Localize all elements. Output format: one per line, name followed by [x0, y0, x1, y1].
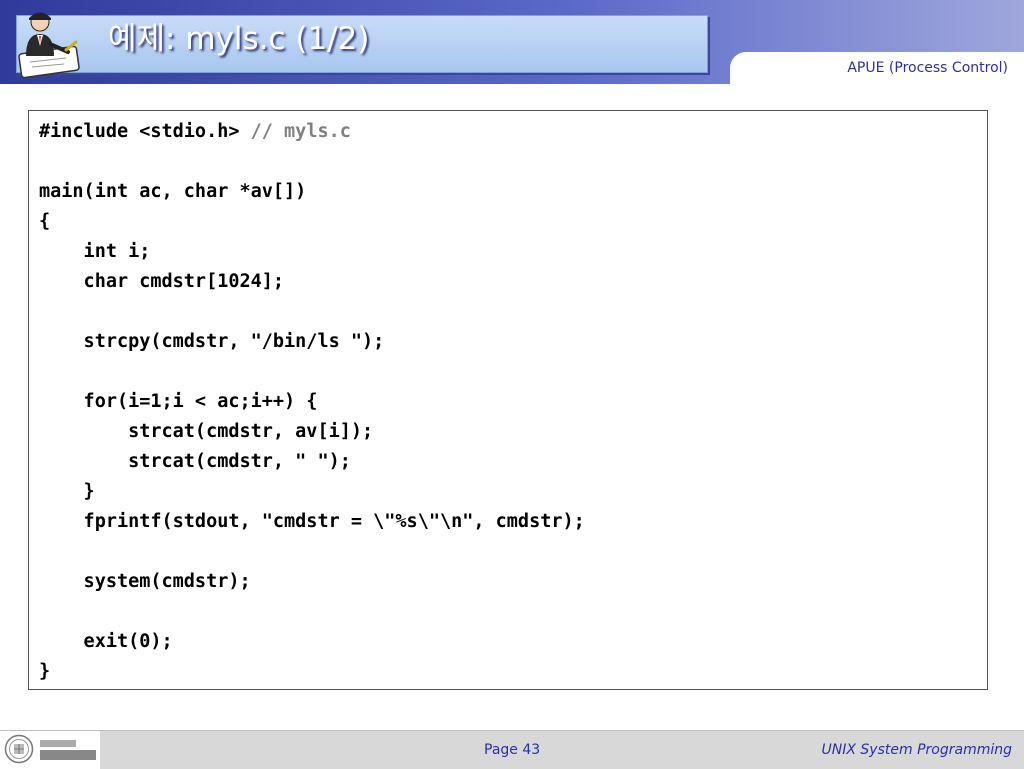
code-line: strcpy(cmdstr, "/bin/ls ");	[39, 327, 977, 357]
slide-title: 예제: myls.c (1/2)	[108, 21, 370, 57]
university-seal-icon	[4, 734, 34, 764]
teacher-at-desk-icon	[18, 12, 80, 78]
code-text: fprintf(stdout, "cmdstr = \"%s\"\n", cmd…	[39, 511, 585, 532]
page-number: Page 43	[484, 742, 541, 758]
code-line: exit(0);	[39, 627, 977, 657]
university-logo	[0, 731, 100, 769]
code-text: }	[39, 481, 95, 502]
code-listing: #include <stdio.h> // myls.c main(int ac,…	[28, 110, 988, 690]
code-line: fprintf(stdout, "cmdstr = \"%s\"\n", cmd…	[39, 507, 977, 537]
code-text: strcat(cmdstr, av[i]);	[39, 421, 374, 442]
code-line: #include <stdio.h> // myls.c	[39, 117, 977, 147]
code-text: #include <stdio.h>	[39, 121, 251, 142]
code-line: strcat(cmdstr, " ");	[39, 447, 977, 477]
footer-course-title: UNIX System Programming	[821, 742, 1012, 758]
code-line: main(int ac, char *av[])	[39, 177, 977, 207]
code-text: int i;	[39, 241, 151, 262]
code-text: char cmdstr[1024];	[39, 271, 285, 292]
course-label: APUE (Process Control)	[847, 60, 1008, 76]
code-text: system(cmdstr);	[39, 571, 251, 592]
code-comment: // myls.c	[250, 121, 351, 142]
department-logo-mark-icon	[40, 740, 96, 760]
slide-header: 예제: myls.c (1/2) APUE (Process Control)	[0, 0, 1024, 92]
code-line: }	[39, 657, 977, 687]
code-line: for(i=1;i < ac;i++) {	[39, 387, 977, 417]
code-line: char cmdstr[1024];	[39, 267, 977, 297]
slide-footer: Page 43 UNIX System Programming	[0, 730, 1024, 769]
code-text: {	[39, 211, 51, 232]
code-text: exit(0);	[39, 631, 173, 652]
code-line: }	[39, 477, 977, 507]
code-text: strcpy(cmdstr, "/bin/ls ");	[39, 331, 385, 352]
code-line: int i;	[39, 237, 977, 267]
code-text: strcat(cmdstr, " ");	[39, 451, 351, 472]
code-text: for(i=1;i < ac;i++) {	[39, 391, 318, 412]
code-line: strcat(cmdstr, av[i]);	[39, 417, 977, 447]
code-text: main(int ac, char *av[])	[39, 181, 307, 202]
code-line: system(cmdstr);	[39, 567, 977, 597]
code-text: }	[39, 661, 51, 682]
code-line: {	[39, 207, 977, 237]
